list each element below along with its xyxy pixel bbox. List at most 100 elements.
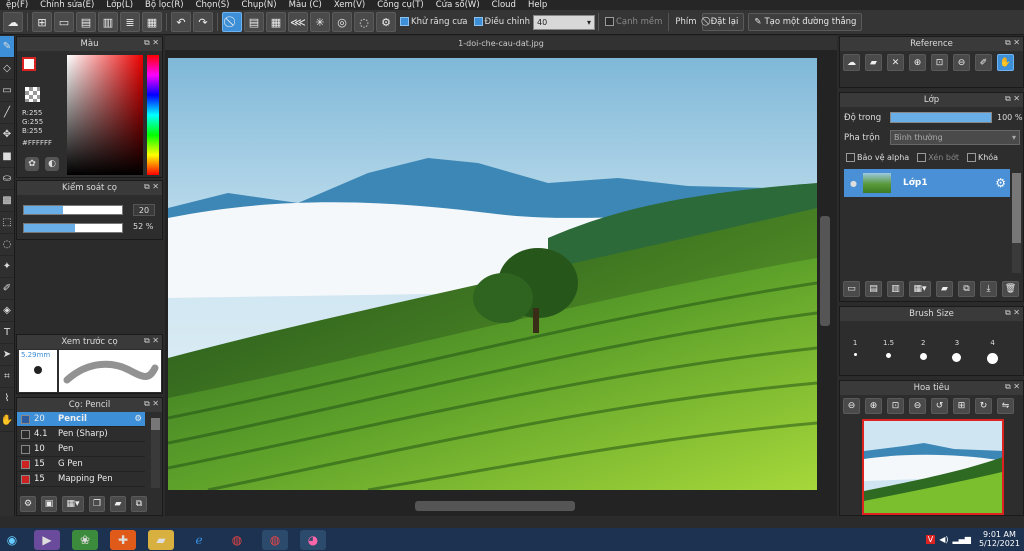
menu-item[interactable]: Lớp(L) <box>100 0 139 10</box>
start-icon[interactable]: ◉ <box>2 530 22 550</box>
menu-item[interactable]: Chỉnh sửa(E) <box>34 0 100 10</box>
radial-icon[interactable]: ✳ <box>310 12 330 32</box>
hue-slider[interactable] <box>147 55 159 175</box>
fit-icon[interactable]: ⊡ <box>931 54 948 71</box>
panel-controls[interactable]: ⧉ ✕ <box>144 182 159 192</box>
straight-line-button[interactable]: ✎ Tạo một đường thẳng <box>748 13 863 31</box>
brush-list-item[interactable]: 15 Mapping Pen <box>17 472 145 487</box>
layer-dropdown-icon[interactable]: ▦▾ <box>909 281 931 297</box>
menu-item[interactable]: Xem(V) <box>328 0 371 10</box>
chat-icon[interactable]: ▭ <box>54 12 74 32</box>
home-icon[interactable]: ☁ <box>3 12 23 32</box>
zoom-out-icon[interactable]: ⊖ <box>843 398 860 414</box>
new-icon[interactable]: ⊞ <box>32 12 52 32</box>
menu-item[interactable]: Màu (C) <box>283 0 328 10</box>
new-raster-icon[interactable]: ▤ <box>865 281 882 297</box>
zoom-fit-icon[interactable]: ⊖ <box>909 398 926 414</box>
adjust-option[interactable]: Điều chỉnh <box>473 17 530 27</box>
brush-list-item[interactable]: 10 Pen <box>17 442 145 457</box>
menu-item[interactable]: Cửa sổ(W) <box>430 0 486 10</box>
folder-icon[interactable]: ▰ <box>110 496 126 512</box>
eyedropper-icon[interactable]: ⌇ <box>0 388 14 410</box>
brush-size-option[interactable]: 4 <box>987 339 999 364</box>
cloud-icon[interactable]: ☁ <box>843 54 860 71</box>
undo-icon[interactable]: ↶ <box>171 12 191 32</box>
smooth-checkbox[interactable] <box>604 17 614 26</box>
panel-controls[interactable]: ⧉ ✕ <box>144 38 159 48</box>
horizontal-scrollbar[interactable] <box>415 501 575 511</box>
brush-settings-icon[interactable]: ⚙ <box>20 496 36 512</box>
clip-option[interactable]: Xén bớt <box>917 153 959 162</box>
shield-app-icon[interactable]: ✚ <box>110 529 136 550</box>
visibility-icon[interactable]: ● <box>850 179 857 188</box>
bucket-tool-icon[interactable]: ⛀ <box>0 168 14 190</box>
adjust-checkbox[interactable] <box>473 17 483 26</box>
open-folder-icon[interactable]: ▰ <box>865 54 882 71</box>
brush-tool-icon[interactable]: ✎ <box>0 36 14 58</box>
antivirus-icon[interactable]: V <box>925 534 936 544</box>
duplicate-layer-icon[interactable]: ⧉ <box>958 281 975 297</box>
flip-icon[interactable]: ⇋ <box>997 398 1014 414</box>
eraser-tool-icon[interactable]: ◇ <box>0 58 14 80</box>
volume-icon[interactable]: ◀) <box>939 535 948 544</box>
menu-item[interactable]: Cloud <box>486 0 522 10</box>
panel-controls[interactable]: ⧉ ✕ <box>1005 308 1020 318</box>
brush-dropdown-icon[interactable]: ▦▾ <box>62 496 84 512</box>
menu-item[interactable]: Help <box>522 0 553 10</box>
media-player-icon[interactable]: ▶ <box>34 529 60 550</box>
canvas-image[interactable] <box>168 58 817 490</box>
mixer-icon[interactable]: ◐ <box>45 157 59 171</box>
perspective-icon[interactable]: ⋘ <box>288 12 308 32</box>
panel-controls[interactable]: ⧉ ✕ <box>144 399 159 409</box>
list-icon[interactable]: ≣ <box>120 12 140 32</box>
panel-controls[interactable]: ⧉ ✕ <box>1005 38 1020 48</box>
brush-size-option[interactable]: 2 <box>919 339 927 364</box>
snap-grid-icon[interactable]: ▦ <box>266 12 286 32</box>
brush-size-option[interactable]: 1 <box>853 339 857 364</box>
vertical-scrollbar[interactable] <box>820 216 830 326</box>
fit-window-icon[interactable]: ⊡ <box>887 398 904 414</box>
divide-tool-icon[interactable]: ⌗ <box>0 366 14 388</box>
zoom-in-icon[interactable]: ⊕ <box>909 54 926 71</box>
brush-size-option[interactable]: 3 <box>952 339 962 364</box>
brush-size-option[interactable]: 1.5 <box>883 339 894 364</box>
saturation-value-picker[interactable] <box>67 55 143 175</box>
adjust-select[interactable]: 40 ▾ <box>532 14 595 30</box>
internet-explorer-icon[interactable]: ℯ <box>186 530 212 550</box>
close-icon[interactable]: ✕ <box>887 54 904 71</box>
medibang-icon[interactable]: ◕ <box>300 529 326 550</box>
delete-layer-icon[interactable]: 🗑 <box>1002 281 1019 297</box>
panel-controls[interactable]: ⧉ ✕ <box>1005 382 1020 392</box>
grid-icon[interactable]: ▦ <box>142 12 162 32</box>
navigator-thumbnail[interactable] <box>862 419 1004 515</box>
hand-tool-icon[interactable]: ✋ <box>0 410 14 432</box>
pen-tool-icon[interactable]: ╱ <box>0 102 14 124</box>
smooth-option[interactable]: Cạnh mềm <box>604 17 662 27</box>
curve-icon[interactable]: ◌ <box>354 12 374 32</box>
menu-item[interactable]: Công cụ(T) <box>371 0 430 10</box>
rotate-left-icon[interactable]: ↺ <box>931 398 948 414</box>
brush-size-slider[interactable] <box>23 205 123 215</box>
brush-list-item[interactable]: 15 G Pen <box>17 457 145 472</box>
brush-size-value[interactable]: 20 <box>133 204 155 216</box>
app-green-icon[interactable]: ❀ <box>72 529 98 550</box>
antialias-checkbox[interactable] <box>400 17 409 26</box>
brush-list-item[interactable]: 20 Pencil ⚙ <box>17 412 145 427</box>
panel-controls[interactable]: ⧉ ✕ <box>144 336 159 346</box>
new-vector-icon[interactable]: ▥ <box>887 281 904 297</box>
move-tool-icon[interactable]: ✥ <box>0 124 14 146</box>
copy-brush-icon[interactable]: ❐ <box>89 496 105 512</box>
brush-list-item[interactable]: 4.1 Pen (Sharp) <box>17 427 145 442</box>
brush-settings-icon[interactable]: ⚙ <box>134 414 142 424</box>
select-pen-icon[interactable]: ✐ <box>0 278 14 300</box>
new-brush-icon[interactable]: ▣ <box>41 496 57 512</box>
document-tab[interactable]: 1-doi-che-cau-dat.jpg <box>165 36 837 50</box>
duplicate-icon[interactable]: ⧉ <box>131 496 147 512</box>
hand-icon[interactable]: ✋ <box>997 54 1014 71</box>
reset-view-icon[interactable]: ⊞ <box>953 398 970 414</box>
layer-scrollbar[interactable] <box>1012 173 1021 273</box>
menu-item[interactable]: Chọn(S) <box>190 0 236 10</box>
antialias-option[interactable]: Khử răng cưa <box>400 17 468 27</box>
brush-list-scrollbar[interactable] <box>151 418 160 488</box>
select-eraser-icon[interactable]: ◈ <box>0 300 14 322</box>
